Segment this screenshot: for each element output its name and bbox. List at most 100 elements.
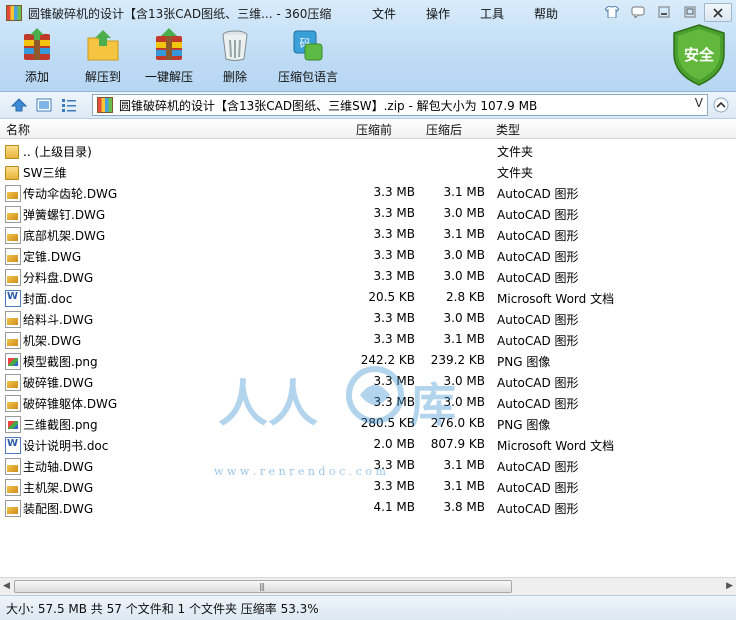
file-size: 3.3 MB <box>373 206 415 220</box>
file-packed-size: 3.1 MB <box>443 185 485 199</box>
file-row[interactable]: 装配图.DWG 4.1 MB 3.8 MB AutoCAD 图形 <box>0 497 736 518</box>
file-row[interactable]: .. (上级目录) 文件夹 <box>0 140 736 161</box>
scroll-thumb[interactable]: ||| <box>14 580 512 593</box>
menu-file[interactable]: 文件 <box>372 5 396 22</box>
delete-button[interactable]: 删除 <box>206 28 264 88</box>
file-type: 文件夹 <box>497 145 534 159</box>
column-packed[interactable]: 压缩后 <box>426 121 462 138</box>
menu-operation[interactable]: 操作 <box>426 5 450 22</box>
close-icon[interactable] <box>704 3 732 22</box>
file-row[interactable]: 破碎锥躯体.DWG 3.3 MB 3.0 MB AutoCAD 图形 <box>0 392 736 413</box>
list-header: 名称 压缩前 压缩后 类型 <box>0 119 736 139</box>
file-row[interactable]: 主机架.DWG 3.3 MB 3.1 MB AutoCAD 图形 <box>0 476 736 497</box>
file-row[interactable]: 定锥.DWG 3.3 MB 3.0 MB AutoCAD 图形 <box>0 245 736 266</box>
file-name: 分料盘.DWG <box>23 271 94 285</box>
file-packed-size: 3.0 MB <box>443 395 485 409</box>
file-name: 设计说明书.doc <box>23 439 109 453</box>
maximize-icon[interactable] <box>678 3 702 20</box>
file-size: 3.3 MB <box>373 248 415 262</box>
file-name: .. (上级目录) <box>23 145 92 159</box>
dwg-file-icon <box>5 227 21 244</box>
file-type: AutoCAD 图形 <box>497 397 579 411</box>
extract-to-label: 解压到 <box>84 70 121 84</box>
column-name[interactable]: 名称 <box>6 121 30 138</box>
file-type: Microsoft Word 文档 <box>497 292 615 306</box>
minimize-icon[interactable] <box>652 3 676 20</box>
address-bar-row: 圆锥破碎机的设计【含13张CAD图纸、三维SW】.zip - 解包大小为 107… <box>0 92 736 119</box>
horizontal-scrollbar[interactable]: ◀ ||| ▶ <box>0 577 736 595</box>
address-path: 圆锥破碎机的设计【含13张CAD图纸、三维SW】.zip - 解包大小为 107… <box>119 98 538 113</box>
file-size: 280.5 KB <box>360 416 415 430</box>
archive-language-icon: 码 <box>290 28 326 62</box>
list-view-icon[interactable] <box>60 96 78 114</box>
toolbar: 添加 解压到 一键解压 删除 码 压缩包语言 <box>0 28 344 88</box>
file-row[interactable]: 弹簧螺钉.DWG 3.3 MB 3.0 MB AutoCAD 图形 <box>0 203 736 224</box>
file-name: 给料斗.DWG <box>23 313 94 327</box>
address-dropdown[interactable]: V <box>695 96 703 110</box>
doc-file-icon <box>5 437 21 454</box>
menu-help[interactable]: 帮助 <box>534 5 558 22</box>
security-shield-icon[interactable]: 安全 <box>672 24 726 86</box>
thumbnail-view-icon[interactable] <box>35 96 53 114</box>
file-size: 2.0 MB <box>373 437 415 451</box>
file-size: 3.3 MB <box>373 311 415 325</box>
file-row[interactable]: 破碎锥.DWG 3.3 MB 3.0 MB AutoCAD 图形 <box>0 371 736 392</box>
file-name: SW三维 <box>23 166 67 180</box>
file-type: AutoCAD 图形 <box>497 208 579 222</box>
file-type: AutoCAD 图形 <box>497 313 579 327</box>
file-size: 3.3 MB <box>373 269 415 283</box>
extract-to-button[interactable]: 解压到 <box>74 28 132 88</box>
file-size: 20.5 KB <box>368 290 415 304</box>
file-name: 弹簧螺钉.DWG <box>23 208 106 222</box>
file-packed-size: 3.0 MB <box>443 206 485 220</box>
add-label: 添加 <box>24 70 49 84</box>
one-click-extract-button[interactable]: 一键解压 <box>140 28 198 88</box>
file-row[interactable]: 底部机架.DWG 3.3 MB 3.1 MB AutoCAD 图形 <box>0 224 736 245</box>
skin-shirt-icon[interactable] <box>600 3 624 20</box>
file-row[interactable]: 设计说明书.doc 2.0 MB 807.9 KB Microsoft Word 文档 <box>0 434 736 455</box>
scroll-right-icon[interactable]: ▶ <box>726 581 733 591</box>
status-bar: 大小: 57.5 MB 共 57 个文件和 1 个文件夹 压缩率 53.3% <box>0 595 736 620</box>
file-row[interactable]: 三维截图.png 280.5 KB 276.0 KB PNG 图像 <box>0 413 736 434</box>
dwg-file-icon <box>5 185 21 202</box>
file-type: 文件夹 <box>497 166 534 180</box>
file-name: 主动轴.DWG <box>23 460 94 474</box>
file-name: 模型截图.png <box>23 355 98 369</box>
folder-file-icon <box>5 145 19 159</box>
file-type: AutoCAD 图形 <box>497 460 579 474</box>
file-type: AutoCAD 图形 <box>497 481 579 495</box>
add-button[interactable]: 添加 <box>8 28 66 88</box>
dwg-file-icon <box>5 458 21 475</box>
file-row[interactable]: 传动伞齿轮.DWG 3.3 MB 3.1 MB AutoCAD 图形 <box>0 182 736 203</box>
collapse-chevron-icon[interactable] <box>712 96 730 114</box>
png-file-icon <box>5 353 21 370</box>
file-row[interactable]: 模型截图.png 242.2 KB 239.2 KB PNG 图像 <box>0 350 736 371</box>
file-name: 破碎锥.DWG <box>23 376 94 390</box>
file-name: 破碎锥躯体.DWG <box>23 397 118 411</box>
file-type: PNG 图像 <box>497 418 551 432</box>
file-list: 名称 压缩前 压缩后 类型 .. (上级目录) 文件夹 SW三维 文件夹传动伞齿轮.D… <box>0 119 736 577</box>
up-arrow-icon[interactable] <box>10 96 28 114</box>
file-row[interactable]: 机架.DWG 3.3 MB 3.1 MB AutoCAD 图形 <box>0 329 736 350</box>
delete-label: 删除 <box>222 70 247 84</box>
file-row[interactable]: SW三维 文件夹 <box>0 161 736 182</box>
address-field[interactable]: 圆锥破碎机的设计【含13张CAD图纸、三维SW】.zip - 解包大小为 107… <box>92 94 708 116</box>
file-name: 主机架.DWG <box>23 481 94 495</box>
file-type: AutoCAD 图形 <box>497 334 579 348</box>
file-row[interactable]: 给料斗.DWG 3.3 MB 3.0 MB AutoCAD 图形 <box>0 308 736 329</box>
archive-language-button[interactable]: 码 压缩包语言 <box>272 28 344 88</box>
file-row[interactable]: 分料盘.DWG 3.3 MB 3.0 MB AutoCAD 图形 <box>0 266 736 287</box>
trash-icon <box>217 28 253 62</box>
file-type: AutoCAD 图形 <box>497 376 579 390</box>
column-size[interactable]: 压缩前 <box>356 121 392 138</box>
file-packed-size: 276.0 KB <box>430 416 485 430</box>
file-packed-size: 3.1 MB <box>443 458 485 472</box>
dwg-file-icon <box>5 206 21 223</box>
menu-tools[interactable]: 工具 <box>480 5 504 22</box>
feedback-icon[interactable] <box>626 3 650 20</box>
one-click-extract-label: 一键解压 <box>144 70 193 84</box>
column-type[interactable]: 类型 <box>496 121 520 138</box>
file-size: 3.3 MB <box>373 332 415 346</box>
scroll-left-icon[interactable]: ◀ <box>3 581 10 591</box>
file-row[interactable]: 封面.doc 20.5 KB 2.8 KB Microsoft Word 文档 <box>0 287 736 308</box>
